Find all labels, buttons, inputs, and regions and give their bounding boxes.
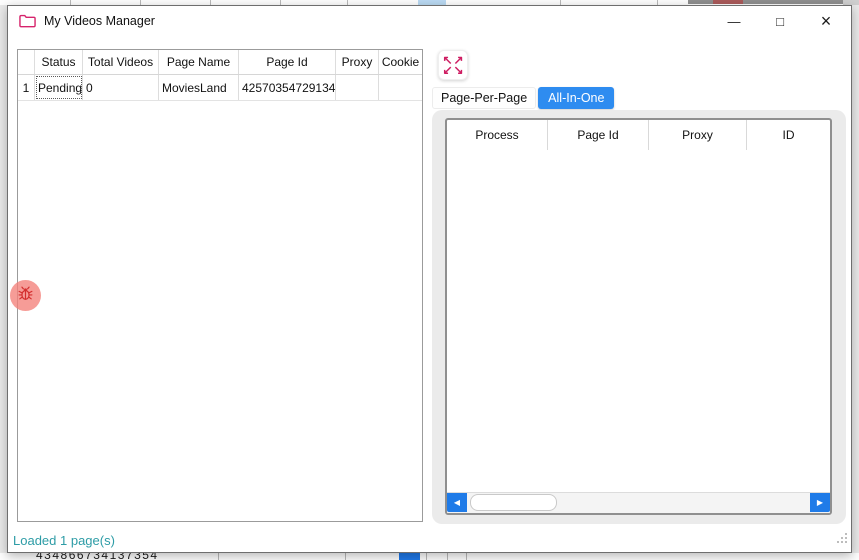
column-header-page-name[interactable]: Page Name (159, 50, 239, 74)
cell-page-name[interactable]: MoviesLand (159, 75, 239, 100)
background-accent (713, 0, 743, 4)
column-header-page-id[interactable]: Page Id (239, 50, 336, 74)
cell-status[interactable]: Pending (35, 75, 83, 100)
process-table: Process Page Id Proxy ID ◀ ▶ (445, 118, 832, 515)
column-header-page-id[interactable]: Page Id (548, 120, 649, 150)
background-selected-cell (399, 553, 420, 560)
cell-cookie[interactable] (379, 75, 422, 100)
arrow-down-right-icon: ↘ (453, 65, 464, 75)
column-header-proxy[interactable]: Proxy (649, 120, 747, 150)
expand-icon: ↖ ↗ ↙ ↘ (442, 55, 464, 75)
horizontal-scrollbar[interactable]: ◀ ▶ (447, 492, 830, 513)
background-clipped-text: 434866734137354 (36, 553, 159, 560)
minimize-button[interactable]: — (711, 8, 757, 34)
window-controls: — □ × (711, 8, 849, 34)
column-header-proxy[interactable]: Proxy (336, 50, 379, 74)
pages-table-header: Status Total Videos Page Name Page Id Pr… (18, 50, 422, 75)
process-table-body (447, 150, 830, 492)
row-number: 1 (18, 75, 35, 100)
column-header-id[interactable]: ID (747, 120, 830, 150)
view-tabs: Page-Per-Page All-In-One (432, 86, 614, 109)
resize-grip-icon[interactable] (836, 531, 848, 549)
close-button[interactable]: × (803, 8, 849, 34)
grid-line (426, 553, 427, 560)
table-row[interactable]: 1 Pending 0 MoviesLand 425703547291344 (18, 75, 422, 101)
bug-icon (17, 285, 34, 307)
title-bar[interactable]: My Videos Manager — □ × (8, 6, 851, 36)
status-text: Loaded 1 page(s) (13, 533, 115, 548)
scroll-left-button[interactable]: ◀ (447, 493, 467, 512)
tab-all-in-one[interactable]: All-In-One (538, 87, 614, 109)
cell-total-videos[interactable]: 0 (83, 75, 159, 100)
pages-table: Status Total Videos Page Name Page Id Pr… (17, 49, 423, 522)
maximize-button[interactable]: □ (757, 8, 803, 34)
grid-line (466, 553, 467, 560)
cell-page-id[interactable]: 425703547291344 (239, 75, 336, 100)
column-header-total-videos[interactable]: Total Videos (83, 50, 159, 74)
all-in-one-panel: Process Page Id Proxy ID ◀ ▶ (432, 110, 846, 524)
grid-line (345, 553, 346, 560)
column-header-process[interactable]: Process (447, 120, 548, 150)
grid-line (218, 553, 219, 560)
arrow-down-left-icon: ↙ (442, 65, 453, 75)
debug-bug-button[interactable] (10, 280, 41, 311)
scroll-left-icon: ◀ (454, 498, 460, 507)
folder-icon (19, 14, 36, 28)
row-number-header (18, 50, 35, 74)
column-header-cookie[interactable]: Cookie (379, 50, 422, 74)
background-window-bottom-fragment: 434866734137354 (0, 553, 859, 560)
column-header-status[interactable]: Status (35, 50, 83, 74)
grid-line (447, 553, 448, 560)
process-table-header: Process Page Id Proxy ID (447, 120, 830, 150)
scrollbar-thumb[interactable] (470, 494, 557, 511)
my-videos-manager-window: My Videos Manager — □ × Status Total Vid… (7, 5, 852, 553)
expand-button[interactable]: ↖ ↗ ↙ ↘ (438, 50, 468, 80)
scroll-right-icon: ▶ (817, 498, 823, 507)
scroll-right-button[interactable]: ▶ (810, 493, 830, 512)
screen: 434866734137354 My Videos Manager — □ × (0, 0, 859, 560)
window-title: My Videos Manager (44, 14, 155, 28)
cell-proxy[interactable] (336, 75, 379, 100)
tab-page-per-page[interactable]: Page-Per-Page (432, 87, 536, 109)
